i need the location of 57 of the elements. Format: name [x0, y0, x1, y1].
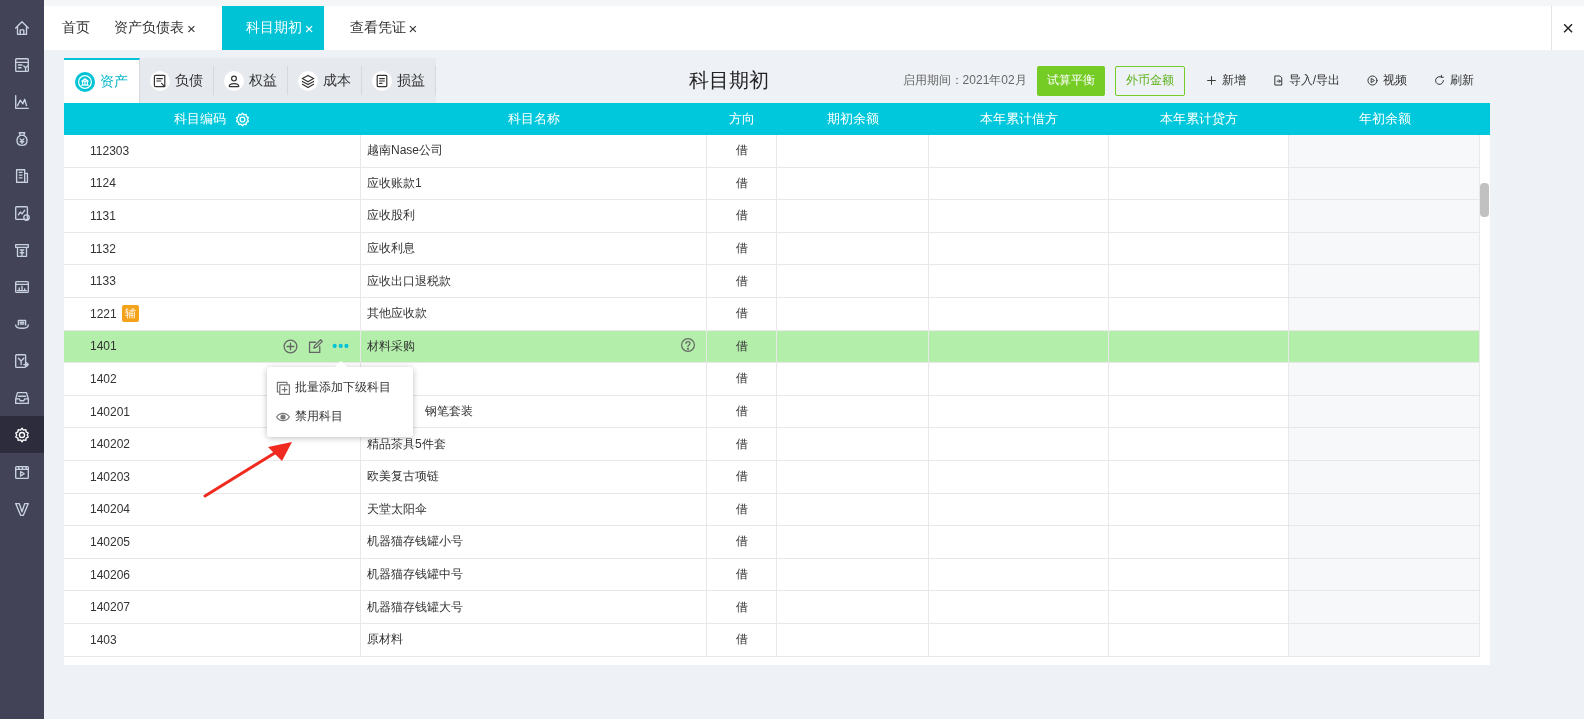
column-header: 科目名称	[508, 110, 560, 128]
account-name: 欧美复古项链	[367, 468, 439, 486]
aux-badge: 辅	[121, 305, 139, 323]
account-name: 材料采购	[367, 337, 415, 355]
account-code: 140201	[90, 404, 131, 419]
account-name: 钢笔套装	[425, 403, 473, 421]
account-code: 1402	[90, 371, 117, 386]
account-name: 天堂太阳伞	[367, 500, 427, 518]
direction-text: 借	[735, 207, 748, 225]
account-name: 原材料	[367, 631, 403, 649]
account-code: 1131	[90, 209, 116, 223]
column-header: 科目编码	[174, 110, 226, 128]
account-name: 机器猫存钱罐中号	[367, 566, 463, 583]
account-code: 140203	[90, 469, 131, 484]
direction-text: 借	[735, 566, 748, 583]
direction-text: 借	[735, 631, 748, 649]
column-header: 年初余额	[1358, 110, 1411, 128]
account-code: 140205	[90, 534, 131, 549]
account-code: 1124	[90, 176, 116, 191]
account-code: 140204	[90, 502, 131, 517]
direction-text: 借	[735, 142, 748, 160]
account-name: 应收利息	[367, 240, 415, 258]
account-name: 越南Nase公司	[367, 142, 443, 160]
account-name: 应收出口退税款	[367, 272, 451, 290]
direction-text: 借	[735, 337, 748, 355]
period-label: 启用期间：2021年02月	[902, 72, 1027, 89]
column-header: 方向	[729, 110, 755, 128]
direction-text: 借	[735, 240, 748, 258]
direction-text: 借	[735, 533, 748, 551]
direction-text: 借	[735, 598, 748, 616]
direction-text: 借	[735, 174, 748, 192]
direction-text: 借	[735, 500, 748, 518]
direction-text: 借	[735, 370, 748, 388]
direction-text: 借	[735, 435, 748, 453]
column-header: 本年累计借方	[980, 110, 1058, 128]
direction-text: 借	[735, 468, 748, 486]
account-code: 140206	[90, 567, 131, 582]
account-code: 1403	[90, 632, 117, 647]
direction-text: 借	[735, 403, 748, 421]
account-name: 其他应收款	[367, 305, 427, 323]
column-header: 期初余额	[827, 110, 879, 128]
account-code: 140207	[90, 600, 131, 615]
page-title: 科目期初	[688, 68, 771, 93]
account-code: 1132	[90, 241, 116, 256]
account-name: 应收股利	[367, 207, 415, 225]
account-code: 1401	[90, 339, 117, 354]
account-code: 112303	[90, 143, 130, 158]
account-code: 1221	[90, 306, 117, 321]
account-name: 应收账款1	[367, 174, 422, 192]
account-name: 精品茶具5件套	[367, 435, 446, 453]
account-code: 1133	[90, 274, 116, 289]
account-code: 140202	[90, 437, 131, 452]
account-name: 机器猫存钱罐大号	[367, 598, 463, 616]
direction-text: 借	[735, 272, 748, 290]
account-name: 机器猫存钱罐小号	[367, 533, 463, 551]
column-header: 本年累计贷方	[1160, 110, 1238, 128]
direction-text: 借	[735, 305, 748, 323]
